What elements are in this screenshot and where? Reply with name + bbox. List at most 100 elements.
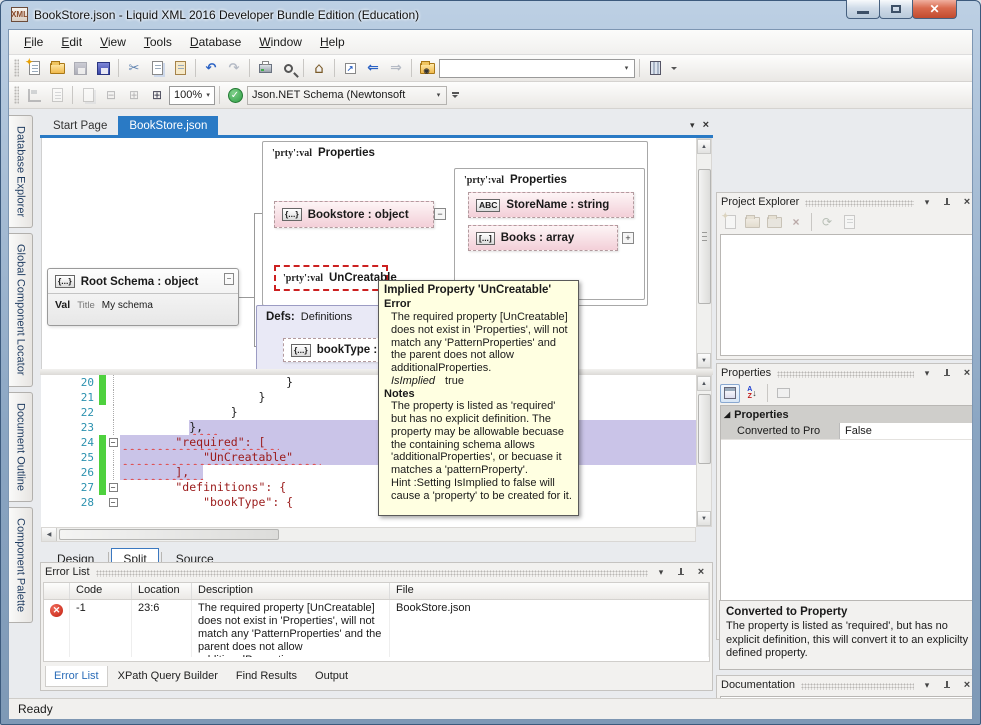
column-file[interactable]: File <box>390 583 709 599</box>
project-explorer-tree[interactable] <box>720 234 973 356</box>
zoom-combobox[interactable]: 100% ▾ <box>169 86 215 105</box>
print-preview-button[interactable] <box>277 57 299 79</box>
refresh-button[interactable]: ⟳ <box>817 213 837 232</box>
menu-file[interactable]: File <box>15 31 52 53</box>
tab-close-icon[interactable]: × <box>703 119 709 131</box>
sidebar-tab-document-outline[interactable]: Document Outline <box>9 392 33 502</box>
remove-item-button[interactable]: × <box>786 213 806 232</box>
close-icon[interactable]: × <box>694 566 708 578</box>
close-icon[interactable]: × <box>960 679 973 691</box>
panel-drag-texture[interactable] <box>777 371 914 378</box>
tab-find-results[interactable]: Find Results <box>228 666 305 686</box>
node-root-schema[interactable]: {...} Root Schema : object Val Title My … <box>47 268 239 326</box>
paste-button[interactable] <box>169 57 191 79</box>
menu-window[interactable]: Window <box>250 31 311 53</box>
toolbar-grip[interactable] <box>14 59 19 77</box>
notes-view-button[interactable] <box>46 84 68 106</box>
chevron-down-icon[interactable]: ▾ <box>920 197 934 208</box>
title-bar[interactable]: XML BookStore.json - Liquid XML 2016 Dev… <box>0 0 981 29</box>
column-icon[interactable] <box>44 583 70 599</box>
scrollbar-thumb[interactable] <box>698 394 711 464</box>
menu-view[interactable]: View <box>91 31 135 53</box>
menu-database[interactable]: Database <box>181 31 250 53</box>
redo-button[interactable]: ↷ <box>223 57 245 79</box>
tab-xpath-query-builder[interactable]: XPath Query Builder <box>110 666 226 686</box>
node-bookstore[interactable]: {...} Bookstore : object <box>274 201 434 228</box>
sidebar-tab-component-palette[interactable]: Component Palette <box>9 507 33 623</box>
schema-standard-combobox[interactable]: Json.NET Schema (Newtonsoft ▾ <box>247 86 447 105</box>
error-row[interactable]: ✕ -1 23:6 The required property [UnCreat… <box>44 600 709 657</box>
documentation-title-bar[interactable]: Documentation ▾ × <box>717 676 973 694</box>
tab-list-chevron-icon[interactable]: ▾ <box>690 120 695 131</box>
node-books[interactable]: [...] Books : array <box>468 225 618 251</box>
collapse-button[interactable]: ⊟ <box>100 84 122 106</box>
alphabetical-sort-button[interactable]: AZ↓ <box>742 384 762 403</box>
panel-drag-texture[interactable] <box>805 200 914 207</box>
new-project-item-button[interactable]: ✦ <box>720 213 740 232</box>
close-icon[interactable]: × <box>960 367 973 379</box>
search-combobox[interactable]: ▾ <box>439 59 635 78</box>
cascade-button[interactable] <box>77 84 99 106</box>
pin-icon[interactable] <box>940 369 954 378</box>
toolbar-overflow-button[interactable] <box>667 67 681 70</box>
cut-button[interactable]: ✂ <box>123 57 145 79</box>
source-editor[interactable]: 20 } 21 } 22 } 23 }, <box>41 375 696 527</box>
navigate-forward-button[interactable]: ⇒ <box>385 57 407 79</box>
expand-button[interactable]: ⊞ <box>123 84 145 106</box>
properties-pages-button[interactable] <box>839 213 859 232</box>
copy-button[interactable] <box>146 57 168 79</box>
undo-button[interactable]: ↶ <box>200 57 222 79</box>
home-button[interactable]: ⌂ <box>308 57 330 79</box>
close-icon[interactable]: × <box>960 196 973 208</box>
scroll-down-arrow[interactable]: ▼ <box>697 511 711 526</box>
books-expand-button[interactable]: + <box>622 232 634 244</box>
column-description[interactable]: Description <box>192 583 390 599</box>
tab-start-page[interactable]: Start Page <box>42 116 118 135</box>
find-in-files-button[interactable]: ◉ <box>416 57 438 79</box>
column-location[interactable]: Location <box>132 583 192 599</box>
property-value[interactable]: False <box>839 423 973 439</box>
save-button[interactable] <box>69 57 91 79</box>
categorized-view-button[interactable] <box>720 384 740 403</box>
chevron-down-icon[interactable]: ▾ <box>431 87 446 104</box>
chevron-down-icon[interactable]: ▾ <box>654 567 668 578</box>
node-storename[interactable]: ABC StoreName : string <box>468 192 634 218</box>
pin-icon[interactable] <box>940 198 954 207</box>
root-collapse-button[interactable]: − <box>224 273 234 285</box>
validate-button[interactable]: ✓ <box>224 84 246 106</box>
source-vertical-scrollbar[interactable]: ▲ ▼ <box>696 375 712 527</box>
menu-help[interactable]: Help <box>311 31 354 53</box>
sidebar-tab-database-explorer[interactable]: Database Explorer <box>9 115 33 228</box>
schema-library-button[interactable] <box>644 57 666 79</box>
close-button[interactable]: ✕ <box>912 0 957 19</box>
menu-edit[interactable]: Edit <box>52 31 91 53</box>
scrollbar-thumb[interactable] <box>59 529 279 540</box>
property-row[interactable]: Converted to Pro False <box>721 423 973 440</box>
open-file-button[interactable] <box>46 57 68 79</box>
print-button[interactable] <box>254 57 276 79</box>
open-project-button[interactable] <box>742 213 762 232</box>
chevron-down-icon[interactable]: ▾ <box>619 60 634 77</box>
tab-output[interactable]: Output <box>307 666 356 686</box>
scrollbar-thumb[interactable] <box>698 169 711 304</box>
tab-error-list[interactable]: Error List <box>45 666 108 687</box>
error-list-title-bar[interactable]: Error List ▾ × <box>41 563 712 581</box>
scroll-up-arrow[interactable]: ▲ <box>697 139 711 154</box>
open-in-browser-button[interactable]: ↗ <box>339 57 361 79</box>
new-document-button[interactable]: ✦ <box>23 57 45 79</box>
expand-all-button[interactable]: ⊞ <box>146 84 168 106</box>
scroll-left-arrow[interactable]: ◀ <box>42 528 57 541</box>
bookstore-collapse-button[interactable]: − <box>434 208 446 220</box>
toolbar-grip[interactable] <box>14 86 19 104</box>
save-all-button[interactable] <box>92 57 114 79</box>
pin-icon[interactable] <box>940 681 954 690</box>
close-project-button[interactable] <box>764 213 784 232</box>
node-uncreatable[interactable]: 'prty':val UnCreatable <box>274 265 388 291</box>
chevron-down-icon[interactable]: ▾ <box>920 368 934 379</box>
design-canvas[interactable]: 'prty':valProperties 'prty':valPropertie… <box>41 138 696 369</box>
pin-icon[interactable] <box>674 568 688 577</box>
properties-title-bar[interactable]: Properties ▾ × <box>717 364 973 382</box>
chevron-down-icon[interactable]: ▾ <box>202 87 214 104</box>
property-group-row[interactable]: ◢ Properties <box>721 406 973 423</box>
scroll-down-arrow[interactable]: ▼ <box>697 353 711 368</box>
